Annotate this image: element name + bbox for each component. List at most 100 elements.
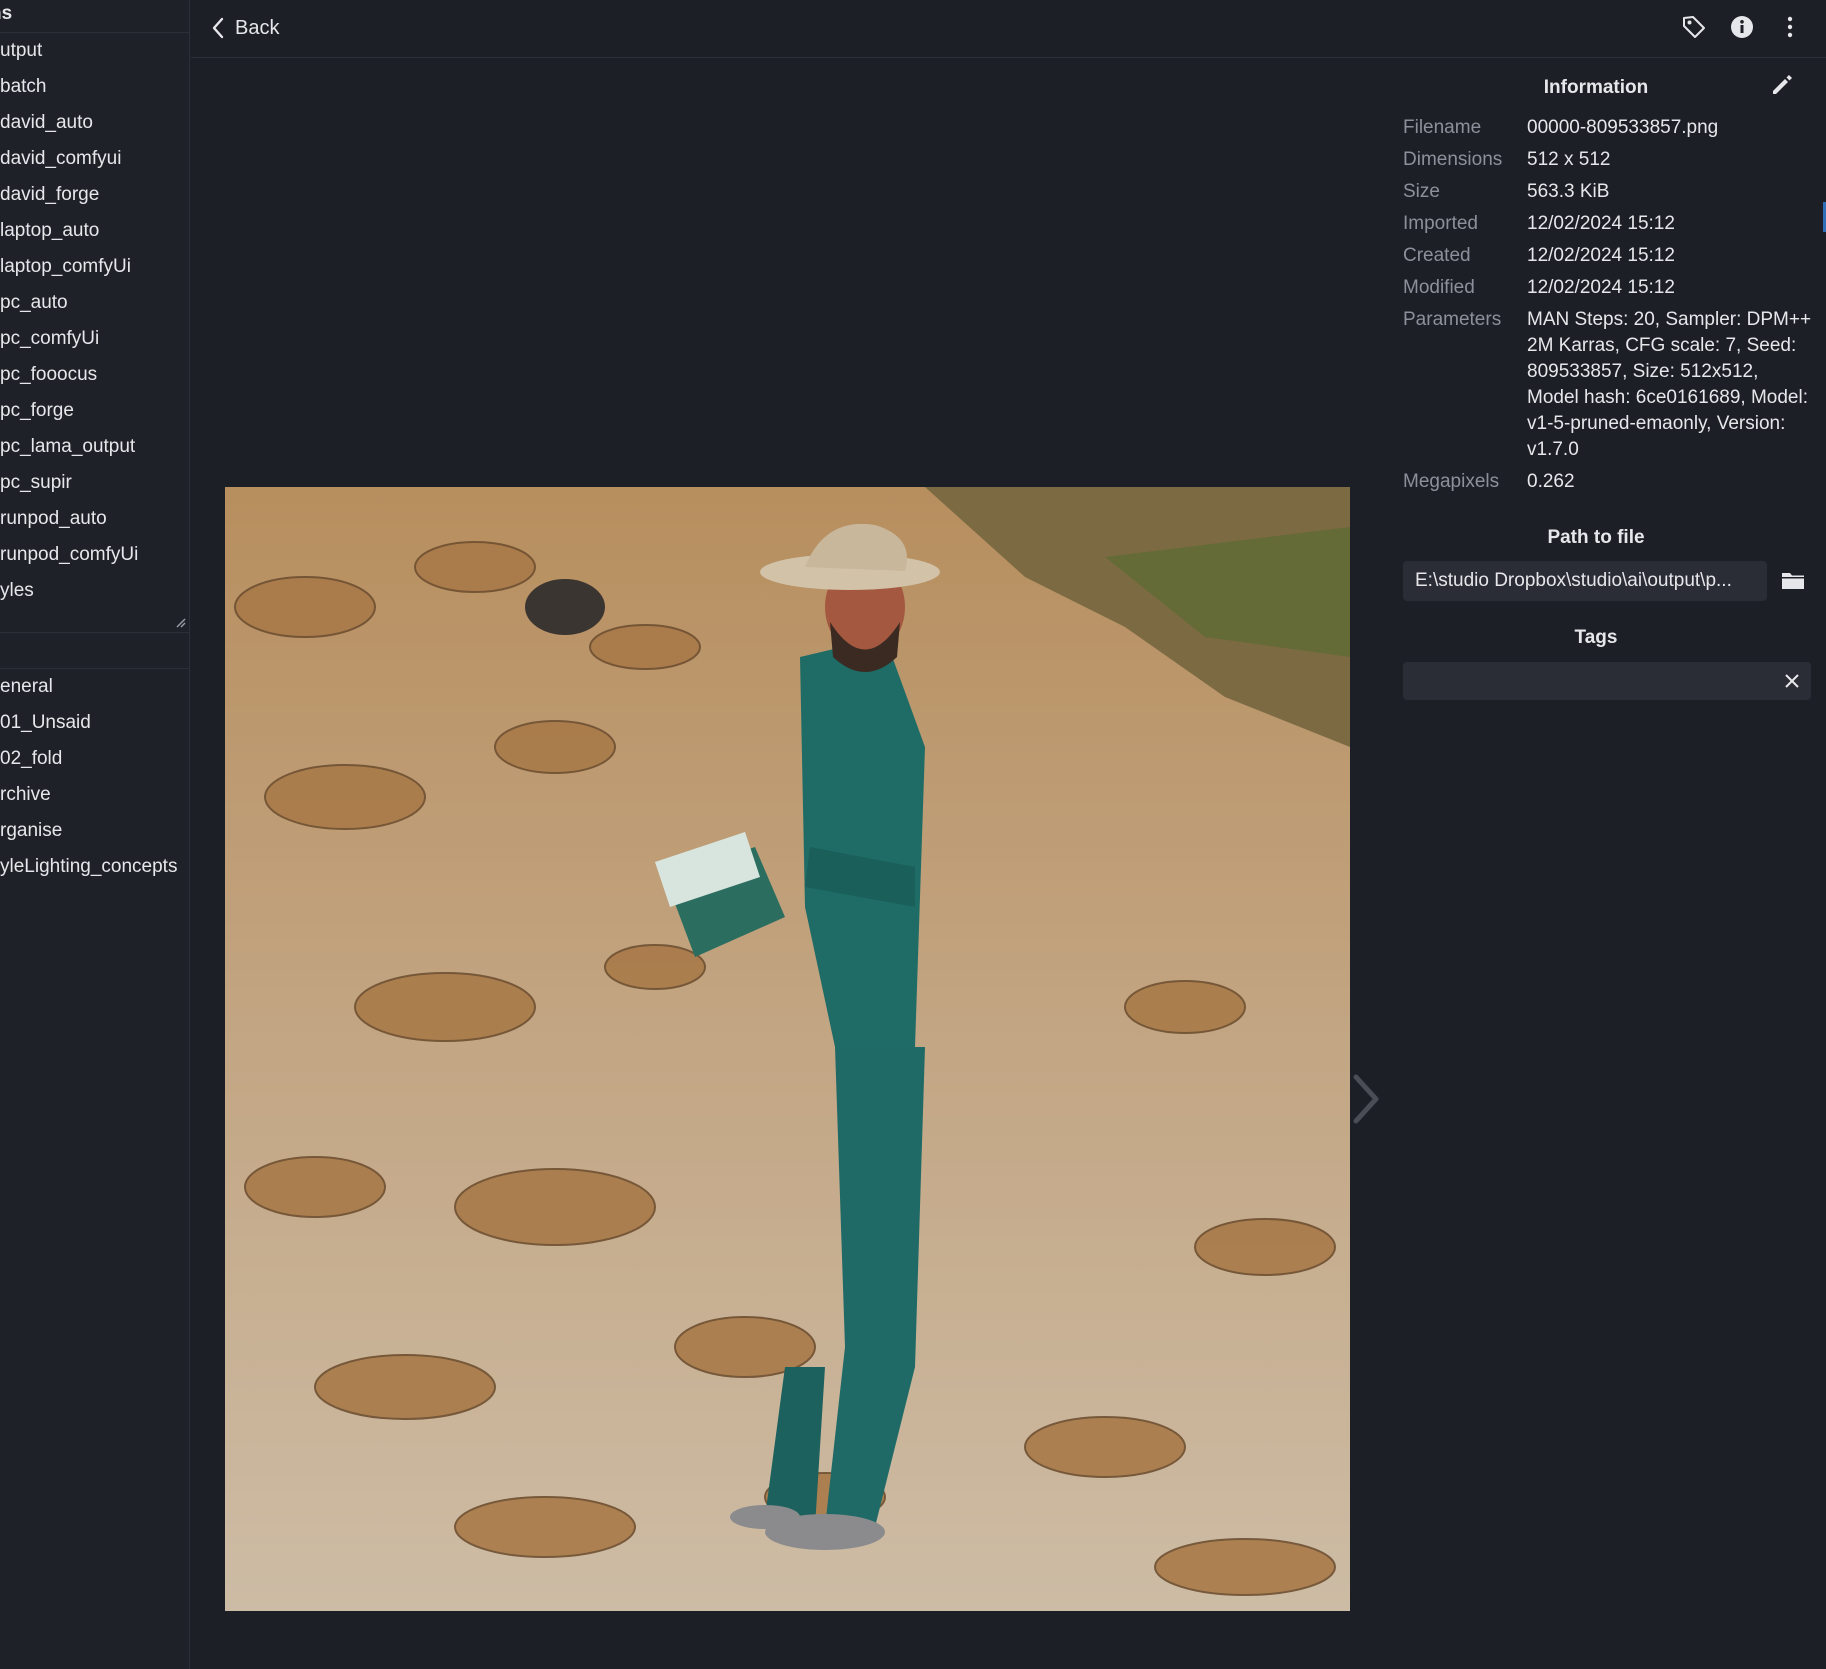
pencil-icon[interactable] bbox=[1767, 69, 1797, 99]
top-bar: Back bbox=[191, 0, 1826, 58]
collection-list: eneral 01_Unsaid 02_foldrchive rganise yleLi… bbox=[0, 669, 189, 885]
sidebar-folder-label: yles bbox=[0, 580, 34, 601]
tags-field bbox=[1403, 662, 1811, 700]
sidebar-folder-label: david_forge bbox=[0, 184, 100, 205]
sidebar-folder-item[interactable]: david_auto bbox=[0, 105, 189, 141]
sidebar-collection-label: 02_fold bbox=[0, 748, 63, 769]
folder-list[interactable]: utput batch david_auto david_comfyui david_f… bbox=[0, 33, 189, 633]
sidebar-folder-item[interactable]: david_comfyui bbox=[0, 141, 189, 177]
metadata-row: Imported 12/02/2024 15:12 bbox=[1403, 211, 1813, 237]
sidebar-collection-label: rganise bbox=[0, 820, 63, 841]
sidebar-folder-item[interactable]: pc_forge bbox=[0, 393, 189, 429]
metadata-key: Imported bbox=[1403, 213, 1478, 234]
sidebar-folder-label: pc_auto bbox=[0, 292, 68, 313]
sidebar-collection-label: rchive bbox=[0, 784, 51, 805]
metadata-row: Megapixels 0.262 bbox=[1403, 469, 1813, 495]
info-panel: Information Filename 00000-809533857.png D… bbox=[1381, 59, 1811, 1669]
image-viewer bbox=[191, 59, 1381, 1669]
sidebar-folder-item[interactable]: runpod_auto bbox=[0, 501, 189, 537]
info-title: Information bbox=[1543, 77, 1649, 98]
sidebar-collection-item[interactable]: eneral bbox=[0, 669, 189, 705]
metadata-value[interactable]: MAN Steps: 20, Sampler: DPM++ 2M Karras,… bbox=[1527, 307, 1813, 463]
sidebar-folder-label: laptop_auto bbox=[0, 220, 100, 241]
resize-grip-icon[interactable] bbox=[174, 616, 186, 628]
folder-icon[interactable] bbox=[1779, 566, 1807, 594]
sidebar-folder-item[interactable]: pc_auto bbox=[0, 285, 189, 321]
metadata-value[interactable]: 12/02/2024 15:12 bbox=[1527, 211, 1813, 237]
sidebar-folder-label: pc_comfyUi bbox=[0, 328, 100, 349]
sidebar-collection-item[interactable]: 01_Unsaid bbox=[0, 705, 189, 741]
sidebar-folder-label: utput bbox=[0, 40, 43, 61]
sidebar-folder-item[interactable]: runpod_comfyUi bbox=[0, 537, 189, 573]
sidebar-collection-label: 01_Unsaid bbox=[0, 712, 91, 733]
sidebar-folder-item[interactable]: utput bbox=[0, 33, 189, 69]
sidebar-folder-label: runpod_auto bbox=[0, 508, 107, 529]
sidebar-folder-label: pc_fooocus bbox=[0, 364, 98, 385]
sidebar-folder-item[interactable]: yles bbox=[0, 573, 189, 609]
sidebar-folder-label: laptop_comfyUi bbox=[0, 256, 131, 277]
sidebar-folder-label: pc_forge bbox=[0, 400, 74, 421]
sidebar-folder-item[interactable]: batch bbox=[0, 69, 189, 105]
metadata-key: Megapixels bbox=[1403, 471, 1500, 492]
metadata-table: Filename 00000-809533857.png Dimensions 512… bbox=[1403, 115, 1813, 501]
tags-input[interactable] bbox=[1403, 662, 1773, 700]
back-label: Back bbox=[235, 16, 280, 39]
sidebar-collection-item[interactable]: yleLighting_concepts bbox=[0, 849, 189, 885]
metadata-value[interactable]: 00000-809533857.png bbox=[1527, 115, 1813, 141]
sidebar-folder-item[interactable]: david_forge bbox=[0, 177, 189, 213]
info-icon bbox=[1731, 16, 1753, 38]
sidebar-folder-item[interactable]: pc_lama_output bbox=[0, 429, 189, 465]
tag-button[interactable] bbox=[1679, 12, 1709, 42]
metadata-row: Parameters MAN Steps: 20, Sampler: DPM++ … bbox=[1403, 307, 1813, 463]
more-options-button[interactable] bbox=[1775, 12, 1805, 42]
sidebar-folder-label: david_auto bbox=[0, 112, 93, 133]
sidebar-collection-item[interactable]: rganise bbox=[0, 813, 189, 849]
metadata-value[interactable]: 512 x 512 bbox=[1527, 147, 1813, 173]
metadata-key: Filename bbox=[1403, 117, 1482, 138]
preview-image[interactable] bbox=[225, 487, 1350, 1611]
file-path-field[interactable]: E:\studio Dropbox\studio\ai\output\p... bbox=[1403, 561, 1767, 601]
metadata-row: Filename 00000-809533857.png bbox=[1403, 115, 1813, 141]
sidebar-collection-label: yleLighting_concepts bbox=[0, 856, 178, 877]
sidebar-folder-label: batch bbox=[0, 76, 47, 97]
sidebar-collection-label: eneral bbox=[0, 676, 53, 697]
photo-illustration bbox=[225, 487, 1350, 1611]
sidebar-section-header: ns bbox=[0, 0, 189, 33]
metadata-value[interactable]: 563.3 KiB bbox=[1527, 179, 1813, 205]
sidebar-collection-item[interactable]: rchive bbox=[0, 777, 189, 813]
sidebar-divider bbox=[0, 633, 189, 669]
sidebar-header-label: ns bbox=[0, 3, 13, 24]
metadata-value[interactable]: 12/02/2024 15:12 bbox=[1527, 243, 1813, 269]
sidebar-collection-item[interactable]: 02_fold bbox=[0, 741, 189, 777]
sidebar-folder-item[interactable]: laptop_auto bbox=[0, 213, 189, 249]
sidebar: ns utput batch david_auto david_comfyuidavi… bbox=[0, 0, 190, 1669]
chevron-left-icon bbox=[212, 17, 224, 39]
metadata-key: Size bbox=[1403, 181, 1440, 202]
metadata-value[interactable]: 0.262 bbox=[1527, 469, 1813, 495]
sidebar-folder-label: runpod_comfyUi bbox=[0, 544, 139, 565]
close-icon[interactable] bbox=[1781, 670, 1803, 692]
metadata-row: Created 12/02/2024 15:12 bbox=[1403, 243, 1813, 269]
app-window: ns utput batch david_auto david_comfyuidavi… bbox=[0, 0, 1826, 1669]
tag-icon bbox=[1683, 16, 1705, 38]
sidebar-folder-label: pc_supir bbox=[0, 472, 72, 493]
sidebar-folder-label: pc_lama_output bbox=[0, 436, 136, 457]
sidebar-folder-item[interactable]: pc_supir bbox=[0, 465, 189, 501]
back-button[interactable]: Back bbox=[211, 12, 279, 44]
chevron-right-icon[interactable] bbox=[1346, 1069, 1386, 1129]
sidebar-folder-item[interactable]: pc_fooocus bbox=[0, 357, 189, 393]
metadata-key: Dimensions bbox=[1403, 149, 1503, 170]
sidebar-folder-item[interactable]: laptop_comfyUi bbox=[0, 249, 189, 285]
metadata-row: Size 563.3 KiB bbox=[1403, 179, 1813, 205]
metadata-key: Parameters bbox=[1403, 309, 1502, 330]
sidebar-folder-item[interactable]: pc_comfyUi bbox=[0, 321, 189, 357]
path-section-title: Path to file bbox=[1547, 527, 1645, 548]
sidebar-folder-label: david_comfyui bbox=[0, 148, 122, 169]
more-vertical-icon bbox=[1787, 16, 1793, 38]
metadata-key: Created bbox=[1403, 245, 1471, 266]
metadata-key: Modified bbox=[1403, 277, 1475, 298]
metadata-row: Dimensions 512 x 512 bbox=[1403, 147, 1813, 173]
tags-section-title: Tags bbox=[1574, 627, 1618, 648]
info-button[interactable] bbox=[1727, 12, 1757, 42]
metadata-value[interactable]: 12/02/2024 15:12 bbox=[1527, 275, 1813, 301]
